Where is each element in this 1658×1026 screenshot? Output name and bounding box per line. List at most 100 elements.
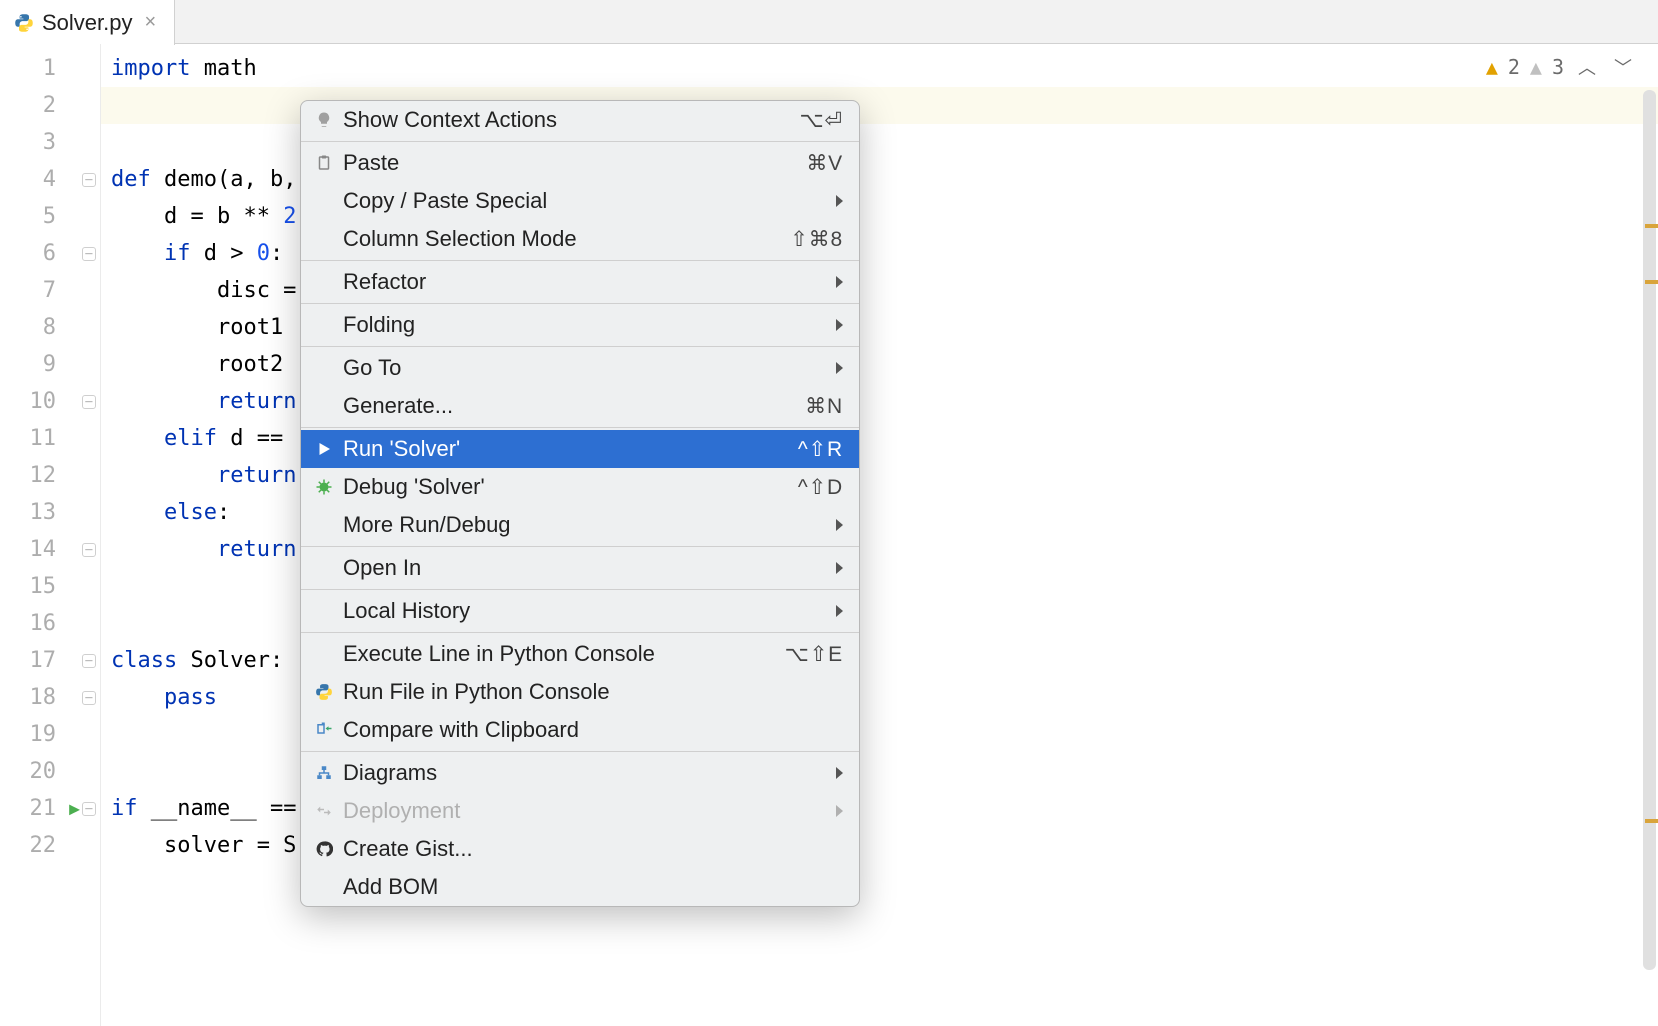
menu-separator [301, 546, 859, 547]
scroll-marker[interactable] [1645, 224, 1658, 228]
menu-item-label: Generate... [343, 393, 797, 419]
line-number[interactable]: 8 [0, 309, 100, 346]
menu-item[interactable]: More Run/Debug [301, 506, 859, 544]
menu-shortcut: ⌥⇧E [785, 642, 843, 667]
line-number[interactable]: 7 [0, 272, 100, 309]
warning-count-2: 3 [1552, 55, 1564, 79]
line-number[interactable]: 4 [0, 161, 100, 198]
menu-item[interactable]: Go To [301, 349, 859, 387]
menu-separator [301, 632, 859, 633]
menu-item-label: More Run/Debug [343, 512, 828, 538]
menu-item-label: Deployment [343, 798, 828, 824]
line-number[interactable]: 14 [0, 531, 100, 568]
menu-item[interactable]: Run 'Solver' ^⇧R [301, 430, 859, 468]
menu-item[interactable]: Run File in Python Console [301, 673, 859, 711]
menu-item[interactable]: Folding [301, 306, 859, 344]
tab-bar: Solver.py × [0, 0, 1658, 44]
menu-item[interactable]: Show Context Actions⌥⏎ [301, 101, 859, 139]
prev-highlight-icon[interactable]: ︿ [1574, 54, 1600, 80]
fold-toggle-icon[interactable] [82, 654, 96, 668]
line-number[interactable]: 6 [0, 235, 100, 272]
line-number[interactable]: 2 [0, 87, 100, 124]
submenu-arrow-icon [836, 319, 843, 331]
menu-item-label: Open In [343, 555, 828, 581]
line-number[interactable]: 20 [0, 753, 100, 790]
menu-separator [301, 346, 859, 347]
menu-item-label: Debug 'Solver' [343, 474, 790, 500]
line-number[interactable]: 11 [0, 420, 100, 457]
menu-item[interactable]: Debug 'Solver' ^⇧D [301, 468, 859, 506]
editor-tab[interactable]: Solver.py × [0, 0, 175, 45]
line-number[interactable]: 9 [0, 346, 100, 383]
line-number[interactable]: 15 [0, 568, 100, 605]
menu-item-label: Go To [343, 355, 828, 381]
line-number[interactable]: 5 [0, 198, 100, 235]
fold-toggle-icon[interactable] [82, 173, 96, 187]
line-number[interactable]: 17 [0, 642, 100, 679]
menu-shortcut: ^⇧D [798, 475, 843, 500]
run-gutter-icon[interactable]: ▶ [69, 790, 80, 827]
line-number[interactable]: 1 [0, 50, 100, 87]
menu-separator [301, 589, 859, 590]
fold-toggle-icon[interactable] [82, 802, 96, 816]
weak-warning-icon: ▲ [1530, 55, 1542, 79]
compare-icon [313, 721, 335, 739]
line-number[interactable]: 19 [0, 716, 100, 753]
menu-item[interactable]: Generate... ⌘N [301, 387, 859, 425]
scroll-marker[interactable] [1645, 280, 1658, 284]
menu-item[interactable]: Local History [301, 592, 859, 630]
scrollbar[interactable] [1643, 90, 1656, 970]
line-number[interactable]: 21▶ [0, 790, 100, 827]
menu-separator [301, 751, 859, 752]
menu-item-label: Compare with Clipboard [343, 717, 843, 743]
diagram-icon [313, 764, 335, 782]
context-menu: Show Context Actions⌥⏎ Paste⌘V Copy / Past… [300, 100, 860, 907]
scroll-marker[interactable] [1645, 819, 1658, 823]
debug-icon [313, 478, 335, 496]
submenu-arrow-icon [836, 362, 843, 374]
menu-item[interactable]: Column Selection Mode⇧⌘8 [301, 220, 859, 258]
line-number[interactable]: 18 [0, 679, 100, 716]
inspection-widget[interactable]: ▲ 2 ▲ 3 ︿ ﹀ [1486, 54, 1636, 80]
menu-item-label: Add BOM [343, 874, 843, 900]
menu-item[interactable]: Refactor [301, 263, 859, 301]
menu-separator [301, 141, 859, 142]
menu-item[interactable]: Copy / Paste Special [301, 182, 859, 220]
deploy-icon [313, 802, 335, 820]
menu-item[interactable]: Diagrams [301, 754, 859, 792]
fold-toggle-icon[interactable] [82, 691, 96, 705]
submenu-arrow-icon [836, 519, 843, 531]
line-number[interactable]: 13 [0, 494, 100, 531]
menu-item[interactable]: Create Gist... [301, 830, 859, 868]
menu-item[interactable]: Execute Line in Python Console⌥⇧E [301, 635, 859, 673]
menu-item-label: Copy / Paste Special [343, 188, 828, 214]
line-number[interactable]: 10 [0, 383, 100, 420]
menu-item[interactable]: Add BOM [301, 868, 859, 906]
line-number[interactable]: 12 [0, 457, 100, 494]
menu-item-label: Run 'Solver' [343, 436, 790, 462]
line-number[interactable]: 3 [0, 124, 100, 161]
menu-shortcut: ⌘N [805, 394, 843, 419]
close-tab-icon[interactable]: × [141, 11, 161, 34]
tab-label: Solver.py [42, 10, 133, 36]
line-number-gutter: 123456789101112131415161718192021▶22 [0, 44, 100, 1026]
menu-item-label: Refactor [343, 269, 828, 295]
menu-item-label: Paste [343, 150, 798, 176]
next-highlight-icon[interactable]: ﹀ [1610, 54, 1636, 80]
fold-toggle-icon[interactable] [82, 247, 96, 261]
menu-item[interactable]: Open In [301, 549, 859, 587]
submenu-arrow-icon [836, 805, 843, 817]
warning-count-1: 2 [1508, 55, 1520, 79]
code-line[interactable]: import math [101, 50, 1658, 87]
line-number[interactable]: 22 [0, 827, 100, 864]
fold-toggle-icon[interactable] [82, 395, 96, 409]
menu-shortcut: ^⇧R [798, 437, 843, 462]
menu-item-label: Column Selection Mode [343, 226, 782, 252]
line-number[interactable]: 16 [0, 605, 100, 642]
fold-toggle-icon[interactable] [82, 543, 96, 557]
submenu-arrow-icon [836, 562, 843, 574]
menu-separator [301, 303, 859, 304]
menu-item[interactable]: Paste⌘V [301, 144, 859, 182]
menu-item[interactable]: Compare with Clipboard [301, 711, 859, 749]
menu-item-label: Run File in Python Console [343, 679, 843, 705]
